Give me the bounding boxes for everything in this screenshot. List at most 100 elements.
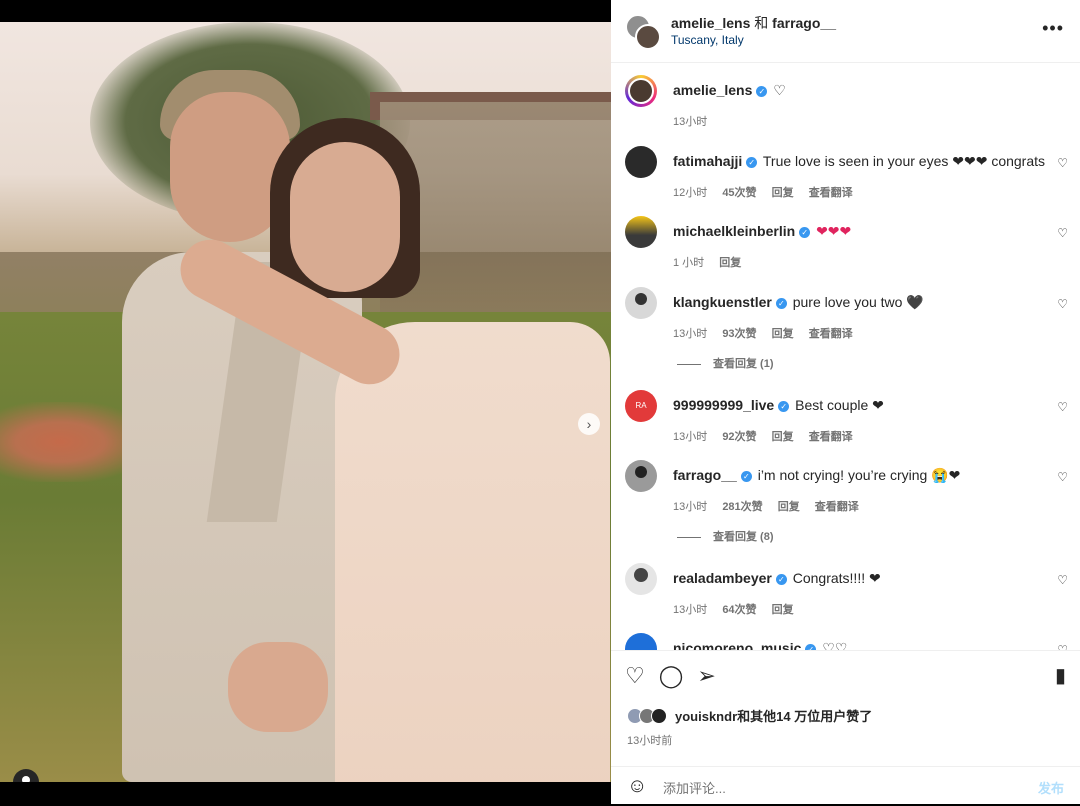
collab-avatars[interactable] [625, 14, 661, 50]
comment-meta: 13小时 64次赞 回复 [673, 601, 806, 617]
comment-text: ❤❤❤ [816, 223, 852, 239]
comment-line: farrago__ ✓ i’m not crying! you’re crying… [673, 467, 960, 484]
caption-username[interactable]: amelie_lens [673, 82, 752, 98]
avatar[interactable] [625, 563, 657, 595]
connector: 和 [754, 15, 769, 31]
comment-username[interactable]: farrago__ [673, 467, 737, 483]
location-link[interactable]: Tuscany, Italy [671, 33, 744, 47]
reply-button[interactable]: 回复 [772, 187, 794, 199]
caption-time: 13小时 [673, 116, 708, 128]
avatar[interactable]: RA [625, 390, 657, 422]
comment-input[interactable]: 添加评论... [663, 778, 1013, 797]
comment-time: 13小时 [673, 604, 708, 616]
avatar[interactable] [625, 633, 657, 650]
avatar [635, 24, 661, 50]
comment-likes[interactable]: 93次赞 [722, 328, 756, 340]
translate-button[interactable]: 查看翻译 [809, 431, 853, 443]
avatar[interactable] [625, 216, 657, 248]
comment-username[interactable]: klangkuenstler [673, 294, 772, 310]
post-photo[interactable]: › [0, 22, 611, 782]
comments-list[interactable]: amelie_lens ✓ ♡ 13小时 fatimahajji ✓ True lo… [611, 63, 1080, 650]
verified-icon: ✓ [740, 471, 752, 482]
like-comment-icon[interactable]: ♡ [1057, 470, 1068, 484]
top-letterbox [0, 0, 611, 22]
like-comment-icon[interactable]: ♡ [1057, 226, 1068, 240]
comment-username[interactable]: michaelkleinberlin [673, 223, 795, 239]
verified-icon: ✓ [756, 86, 768, 97]
share-icon[interactable]: ➢ [697, 663, 715, 689]
comment-likes[interactable]: 64次赞 [722, 604, 756, 616]
translate-button[interactable]: 查看翻译 [809, 187, 853, 199]
author-a-link[interactable]: amelie_lens [671, 15, 750, 31]
likes-text: youiskndr和其他14 万位用户赞了 [675, 709, 873, 724]
woman-face [290, 142, 400, 292]
comment-icon[interactable]: ◯ [659, 663, 684, 689]
comment-line: michaelkleinberlin ✓ ❤❤❤ [673, 223, 851, 240]
like-comment-icon[interactable]: ♡ [1057, 643, 1068, 650]
author-b-link[interactable]: farrago__ [772, 15, 836, 31]
comment-username[interactable]: 999999999_live [673, 397, 774, 413]
like-comment-icon[interactable]: ♡ [1057, 156, 1068, 170]
comment-username[interactable]: realadambeyer [673, 570, 772, 586]
reply-button[interactable]: 回复 [719, 257, 741, 269]
avatar[interactable] [625, 75, 657, 107]
comment-line: realadambeyer ✓ Congrats!!!! ❤ [673, 570, 881, 587]
comment-likes[interactable]: 281次赞 [722, 501, 762, 513]
woman-dress [335, 322, 610, 782]
heart-icon[interactable]: ♡ [625, 663, 645, 689]
post-time: 13小时前 [627, 735, 673, 747]
view-replies-button[interactable]: 查看回复 (8) [677, 528, 774, 544]
like-comment-icon[interactable]: ♡ [1057, 400, 1068, 414]
comment-username[interactable]: nicomoreno_music [673, 640, 801, 650]
like-comment-icon[interactable]: ♡ [1057, 573, 1068, 587]
reply-button[interactable]: 回复 [772, 604, 794, 616]
comment-time: 13小时 [673, 328, 708, 340]
post-details-panel: amelie_lens 和 farrago__ Tuscany, Italy •… [611, 0, 1080, 804]
comment-line: 999999999_live ✓ Best couple ❤ [673, 397, 884, 414]
carousel-next-button[interactable]: › [578, 413, 600, 435]
comment-meta: 1 小时 回复 [673, 254, 753, 270]
like-comment-icon[interactable]: ♡ [1057, 297, 1068, 311]
comment-text: ♡♡ [822, 640, 848, 650]
comment-likes[interactable]: 45次赞 [722, 187, 756, 199]
comment-text: Congrats!!!! ❤ [792, 570, 881, 586]
comment-time: 13小时 [673, 431, 708, 443]
comment-line: klangkuenstler ✓ pure love you two 🖤 [673, 294, 924, 311]
translate-button[interactable]: 查看翻译 [815, 501, 859, 513]
comment-text: True love is seen in your eyes ❤❤❤ congr… [762, 153, 1046, 169]
comment-meta: 13小时 92次赞 回复 查看翻译 [673, 428, 865, 444]
post-footer: ♡ ◯ ➢ ▮ youiskndr和其他14 万位用户赞了 13小时前 ☺ 添加… [611, 650, 1080, 805]
action-bar: ♡ ◯ ➢ [625, 663, 716, 689]
collab-names: amelie_lens 和 farrago__ [671, 13, 836, 33]
verified-icon: ✓ [799, 227, 811, 238]
avatar[interactable] [625, 146, 657, 178]
translate-button[interactable]: 查看翻译 [809, 328, 853, 340]
bottom-letterbox [0, 782, 611, 804]
caption-meta: 13小时 [673, 113, 719, 129]
view-replies-button[interactable]: 查看回复 (1) [677, 355, 774, 371]
post-header: amelie_lens 和 farrago__ Tuscany, Italy •… [611, 0, 1080, 63]
comment-username[interactable]: fatimahajji [673, 153, 742, 169]
post-button[interactable]: 发布 [1038, 778, 1064, 797]
caption-text: ♡ [773, 82, 786, 98]
verified-icon: ✓ [746, 157, 758, 168]
bookmark-icon[interactable]: ▮ [1055, 663, 1066, 688]
reply-button[interactable]: 回复 [778, 501, 800, 513]
more-options-icon[interactable]: ••• [1042, 18, 1064, 39]
reply-button[interactable]: 回复 [772, 328, 794, 340]
hands [228, 642, 328, 732]
likes-summary[interactable]: youiskndr和其他14 万位用户赞了 [627, 706, 872, 725]
comment-line: nicomoreno_music ✓ ♡♡ [673, 640, 847, 650]
emoji-icon[interactable]: ☺ [627, 775, 647, 798]
avatar[interactable] [625, 460, 657, 492]
verified-icon: ✓ [775, 574, 787, 585]
chevron-right-icon: › [586, 416, 592, 432]
verified-icon: ✓ [778, 401, 790, 412]
comment-likes[interactable]: 92次赞 [722, 431, 756, 443]
avatar[interactable] [625, 287, 657, 319]
comment-time: 13小时 [673, 501, 708, 513]
comment-text: pure love you two 🖤 [792, 294, 924, 310]
comment-time: 1 小时 [673, 257, 705, 269]
comment-line: fatimahajji ✓ True love is seen in your e… [673, 153, 1045, 170]
reply-button[interactable]: 回复 [772, 431, 794, 443]
